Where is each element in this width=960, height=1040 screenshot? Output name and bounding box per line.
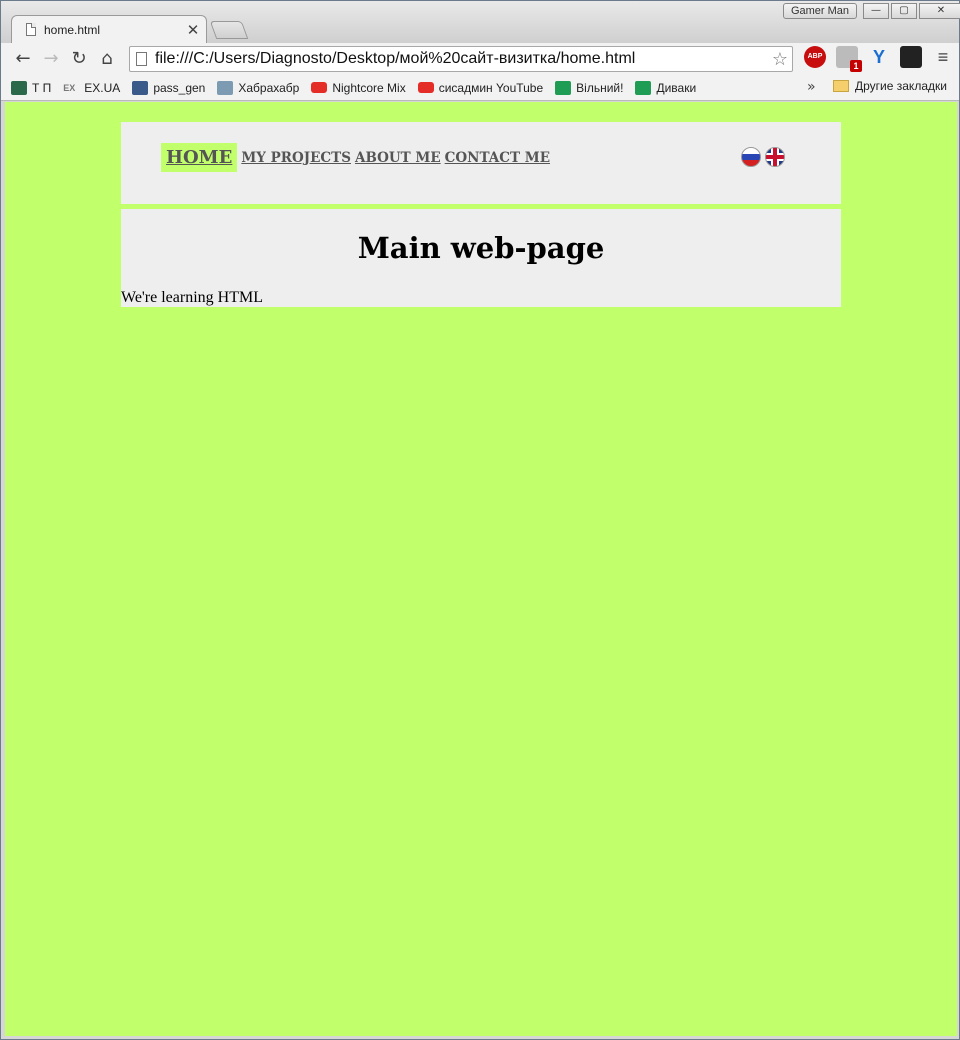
nav-about-link[interactable]: ABOUT ME (355, 150, 441, 166)
tab-close-icon[interactable]: ✕ (184, 21, 202, 39)
bookmark-label: Т П (32, 80, 52, 95)
nav-projects-link[interactable]: MY PROJECTS (241, 150, 351, 166)
site-nav: HOME MY PROJECTS ABOUT ME CONTACT ME (161, 143, 554, 172)
pass-gen-icon (132, 80, 149, 95)
habr-icon (217, 80, 234, 95)
bookmark-exua[interactable]: EX EX.UA (63, 81, 120, 95)
bookmarks-bar: Т П EX EX.UA pass_gen Хабрахабр Nightcor… (1, 75, 959, 101)
bookmark-label: Диваки (656, 80, 697, 95)
bookmark-vilnyi[interactable]: Вільний! (555, 80, 624, 95)
page-heading: Main web-page (357, 231, 605, 265)
russia-flag-icon[interactable] (741, 147, 761, 167)
bookmark-pass-gen[interactable]: pass_gen (132, 80, 206, 95)
file-icon (136, 52, 147, 66)
bookmark-star-icon[interactable]: ☆ (768, 49, 792, 70)
bookmark-label: сисадмин YouTube (438, 80, 544, 95)
dots-extension-icon[interactable] (900, 46, 922, 68)
other-bookmarks-label: Другие закладки (855, 79, 947, 93)
bookmark-sysadmin-youtube[interactable]: сисадмин YouTube (417, 80, 544, 95)
bookmark-tp[interactable]: Т П (11, 80, 52, 95)
bookmark-divaki[interactable]: Диваки (635, 80, 697, 95)
bookmark-label: Вільний! (576, 80, 624, 95)
maximize-button[interactable]: ▢ (891, 3, 917, 19)
url-text[interactable]: file:///C:/Users/Diagnosto/Desktop/мой%2… (155, 50, 768, 68)
tp-icon (11, 80, 27, 95)
profile-button[interactable]: Gamer Man (783, 3, 857, 19)
home-icon[interactable]: ⌂ (93, 45, 121, 73)
other-bookmarks-folder[interactable]: Другие закладки (833, 79, 947, 93)
bookmark-nightcore[interactable]: Nightcore Mix (311, 80, 406, 95)
close-window-button[interactable]: ✕ (919, 3, 960, 19)
folder-icon (833, 80, 849, 92)
language-switcher (741, 147, 789, 167)
toolbar: ← → ↻ ⌂ file:///C:/Users/Diagnosto/Deskt… (1, 43, 959, 75)
address-bar[interactable]: file:///C:/Users/Diagnosto/Desktop/мой%2… (129, 46, 793, 72)
nav-contact-link[interactable]: CONTACT ME (445, 150, 550, 166)
bookmark-label: EX.UA (84, 80, 121, 95)
minimize-button[interactable]: — (863, 3, 889, 19)
new-tab-button[interactable] (209, 21, 249, 39)
youtube-icon (311, 82, 328, 93)
page-viewport: HOME MY PROJECTS ABOUT ME CONTACT ME Mai… (5, 102, 957, 1036)
main-content: Main web-page We're learning HTML (121, 209, 841, 307)
bookmark-label: Хабрахабр (238, 80, 300, 95)
site-header: HOME MY PROJECTS ABOUT ME CONTACT ME (121, 122, 841, 204)
back-icon[interactable]: ← (9, 45, 37, 73)
exua-icon: EX (63, 82, 76, 93)
bookmark-label: pass_gen (153, 80, 206, 95)
tab-title: home.html (44, 22, 101, 37)
sheets-icon (555, 80, 572, 95)
bookmark-label: Nightcore Mix (332, 80, 406, 95)
extensions: ABP 1 Y ≡ (799, 46, 959, 72)
intro-paragraph: We're learning HTML (121, 289, 263, 306)
page-icon (26, 23, 36, 36)
uk-flag-icon[interactable] (765, 147, 785, 167)
menu-icon[interactable]: ≡ (932, 46, 954, 68)
youtube-icon (417, 82, 434, 93)
browser-window: home.html ✕ Gamer Man — ▢ ✕ ← → ↻ ⌂ file… (0, 0, 960, 1040)
title-bar: home.html ✕ Gamer Man — ▢ ✕ (1, 1, 960, 43)
nav-home-link[interactable]: HOME (161, 143, 238, 172)
forward-icon[interactable]: → (37, 45, 65, 73)
window-controls: — ▢ ✕ (863, 3, 960, 19)
more-bookmarks-chevron-icon[interactable]: » (807, 79, 816, 95)
extension-badge: 1 (850, 60, 862, 72)
sheets-icon (635, 80, 652, 95)
browser-tab[interactable]: home.html ✕ (11, 15, 207, 43)
bookmark-habr[interactable]: Хабрахабр (217, 80, 300, 95)
vpn-extension-icon[interactable]: Y (868, 46, 890, 68)
adblock-plus-icon[interactable]: ABP (804, 46, 826, 68)
reload-icon[interactable]: ↻ (65, 45, 93, 73)
shield-extension-icon[interactable]: 1 (836, 46, 862, 72)
